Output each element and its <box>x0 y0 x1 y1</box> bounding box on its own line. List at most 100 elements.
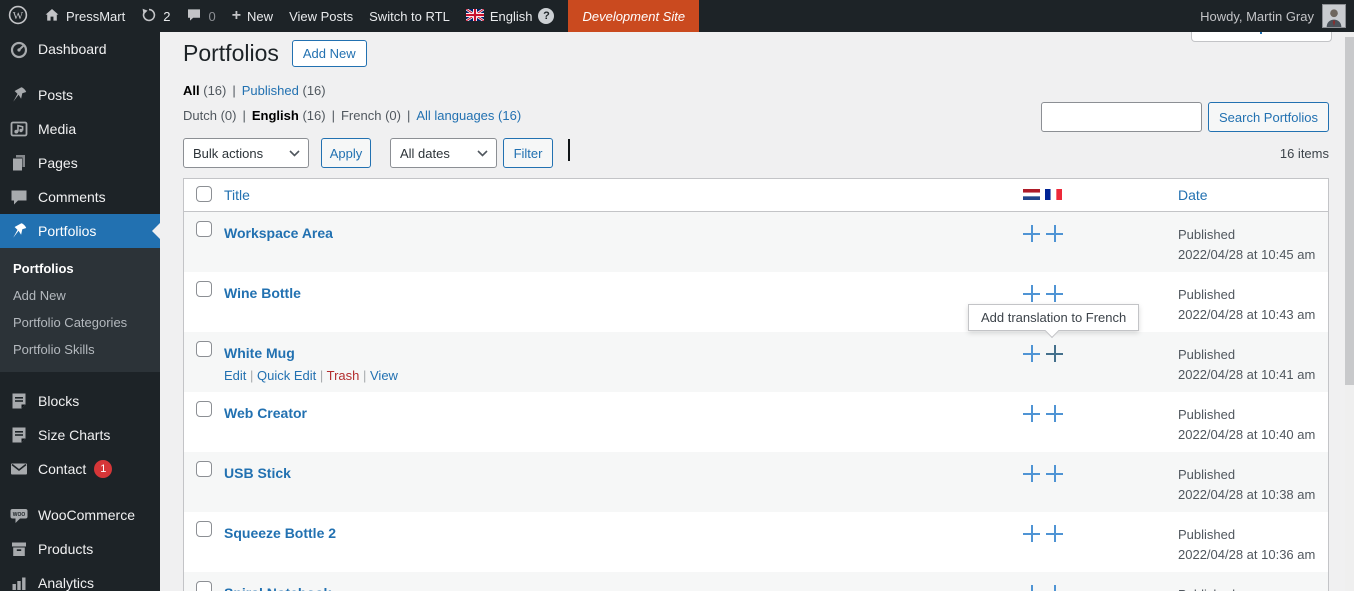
search-input[interactable] <box>1041 102 1202 132</box>
row-date: 2022/04/28 at 10:45 am <box>1178 247 1316 262</box>
sidebar-item-dashboard[interactable]: Dashboard <box>0 32 160 66</box>
portfolio-title-link[interactable]: Workspace Area <box>224 225 333 241</box>
add-translation-french-icon[interactable] <box>1046 345 1063 362</box>
add-translation-french-icon[interactable] <box>1046 225 1063 242</box>
row-action-edit[interactable]: Edit <box>224 368 246 383</box>
row-action-quick-edit[interactable]: Quick Edit <box>257 368 316 383</box>
comment-bubble-icon <box>9 187 29 207</box>
row-checkbox[interactable] <box>196 521 212 537</box>
add-translation-french-icon[interactable] <box>1046 585 1063 591</box>
add-translation-french-icon[interactable] <box>1046 405 1063 422</box>
filter-dutch[interactable]: Dutch (0) <box>183 108 236 123</box>
row-checkbox[interactable] <box>196 281 212 297</box>
updates-link[interactable]: 2 <box>133 0 178 32</box>
howdy-account-link[interactable]: Howdy, Martin Gray <box>1200 9 1314 24</box>
submenu-item-portfolio-categories[interactable]: Portfolio Categories <box>0 309 160 336</box>
row-status: Published <box>1178 347 1236 362</box>
sidebar-item-products[interactable]: Products <box>0 532 160 566</box>
scrollbar-thumb[interactable] <box>1345 37 1354 385</box>
sidebar-item-analytics[interactable]: Analytics <box>0 566 160 591</box>
add-translation-dutch-icon[interactable] <box>1023 585 1040 591</box>
add-translation-french-icon[interactable] <box>1046 285 1063 302</box>
filter-all[interactable]: All (16) <box>183 83 226 98</box>
portfolio-title-link[interactable]: USB Stick <box>224 465 291 481</box>
add-translation-french-icon[interactable] <box>1046 525 1063 542</box>
search-portfolios-button[interactable]: Search Portfolios <box>1208 102 1329 132</box>
table-row: USB Stick Published 2022/04/28 at 10:38 … <box>184 452 1328 512</box>
media-icon <box>9 119 29 139</box>
column-date[interactable]: Date <box>1166 187 1328 203</box>
portfolio-title-link[interactable]: Web Creator <box>224 405 307 421</box>
sidebar-item-media[interactable]: Media <box>0 112 160 146</box>
filter-french[interactable]: French (0) <box>341 108 401 123</box>
bulk-actions-select[interactable]: Bulk actions <box>183 138 309 168</box>
table-body: Workspace Area Published 2022/04/28 at 1… <box>184 212 1328 591</box>
table-header: Title Date <box>184 179 1328 212</box>
portfolio-title-link[interactable]: Wine Bottle <box>224 285 301 301</box>
help-icon[interactable]: ? <box>538 8 555 24</box>
new-content-menu[interactable]: + New <box>224 0 281 32</box>
switch-rtl-link[interactable]: Switch to RTL <box>361 0 458 32</box>
french-flag-icon <box>1045 188 1062 203</box>
status-filter-links: All (16) | Published (16) <box>183 83 326 98</box>
portfolio-title-link[interactable]: Spiral Notebook <box>224 585 331 591</box>
add-translation-dutch-icon[interactable] <box>1023 345 1040 362</box>
row-date: 2022/04/28 at 10:41 am <box>1178 367 1316 382</box>
filter-published[interactable]: Published (16) <box>242 83 326 98</box>
page-scrollbar[interactable] <box>1345 32 1354 591</box>
column-title[interactable]: Title <box>224 187 1011 203</box>
sidebar-item-contact[interactable]: Contact 1 <box>0 452 160 486</box>
row-checkbox[interactable] <box>196 221 212 237</box>
submenu-item-portfolio-skills[interactable]: Portfolio Skills <box>0 336 160 363</box>
filter-all-languages[interactable]: All languages (16) <box>416 108 521 123</box>
language-switcher[interactable]: English ? <box>458 0 563 32</box>
portfolio-title-link[interactable]: White Mug <box>224 345 295 361</box>
wordpress-menu[interactable]: W <box>0 0 36 32</box>
row-checkbox[interactable] <box>196 341 212 357</box>
chevron-down-icon <box>477 149 488 157</box>
date-filter-select[interactable]: All dates <box>390 138 497 168</box>
add-translation-dutch-icon[interactable] <box>1023 225 1040 242</box>
select-all-checkbox[interactable] <box>196 185 212 202</box>
row-date: 2022/04/28 at 10:40 am <box>1178 427 1316 442</box>
portfolio-title-link[interactable]: Squeeze Bottle 2 <box>224 525 336 541</box>
add-translation-french-icon[interactable] <box>1046 465 1063 482</box>
add-translation-tooltip: Add translation to French <box>968 304 1140 339</box>
uk-flag-icon <box>465 7 485 24</box>
user-avatar[interactable] <box>1322 4 1346 28</box>
sidebar-item-comments[interactable]: Comments <box>0 180 160 214</box>
row-checkbox[interactable] <box>196 461 212 477</box>
add-translation-dutch-icon[interactable] <box>1023 285 1040 302</box>
sidebar-item-woocommerce[interactable]: WOO WooCommerce <box>0 498 160 532</box>
row-action-trash[interactable]: Trash <box>327 368 360 383</box>
submenu-item-add-new[interactable]: Add New <box>0 282 160 309</box>
comments-link[interactable]: 0 <box>178 0 223 32</box>
wordpress-admin-screen: W PressMart 2 0 + New View Posts Switch … <box>0 0 1354 591</box>
sidebar-separator <box>0 66 160 78</box>
sidebar-item-pages[interactable]: Pages <box>0 146 160 180</box>
row-date: 2022/04/28 at 10:43 am <box>1178 307 1316 322</box>
admin-bar: W PressMart 2 0 + New View Posts Switch … <box>0 0 1354 32</box>
filter-button[interactable]: Filter <box>503 138 553 168</box>
table-row: Squeeze Bottle 2 Published 2022/04/28 at… <box>184 512 1328 572</box>
site-name-link[interactable]: PressMart <box>36 0 133 32</box>
row-action-view[interactable]: View <box>370 368 398 383</box>
table-toolbar: Bulk actions Apply All dates Filter <box>183 138 1329 168</box>
sidebar-item-portfolios[interactable]: Portfolios <box>0 214 160 248</box>
add-new-button[interactable]: Add New <box>291 39 367 67</box>
sidebar-item-posts[interactable]: Posts <box>0 78 160 112</box>
add-translation-dutch-icon[interactable] <box>1023 465 1040 482</box>
sidebar-item-blocks[interactable]: Blocks <box>0 384 160 418</box>
portfolios-table: Title Date Workspace Area Published 2022… <box>183 178 1329 591</box>
view-posts-link[interactable]: View Posts <box>281 0 361 32</box>
submenu-item-portfolios[interactable]: Portfolios <box>0 255 160 282</box>
filter-english[interactable]: English (16) <box>252 108 326 123</box>
table-row: Spiral Notebook Published <box>184 572 1328 591</box>
apply-button[interactable]: Apply <box>321 138 371 168</box>
sidebar-item-size-charts[interactable]: Size Charts <box>0 418 160 452</box>
add-translation-dutch-icon[interactable] <box>1023 405 1040 422</box>
add-translation-dutch-icon[interactable] <box>1023 525 1040 542</box>
row-checkbox[interactable] <box>196 401 212 417</box>
item-count: 16 items <box>1279 146 1329 161</box>
row-checkbox[interactable] <box>196 581 212 591</box>
